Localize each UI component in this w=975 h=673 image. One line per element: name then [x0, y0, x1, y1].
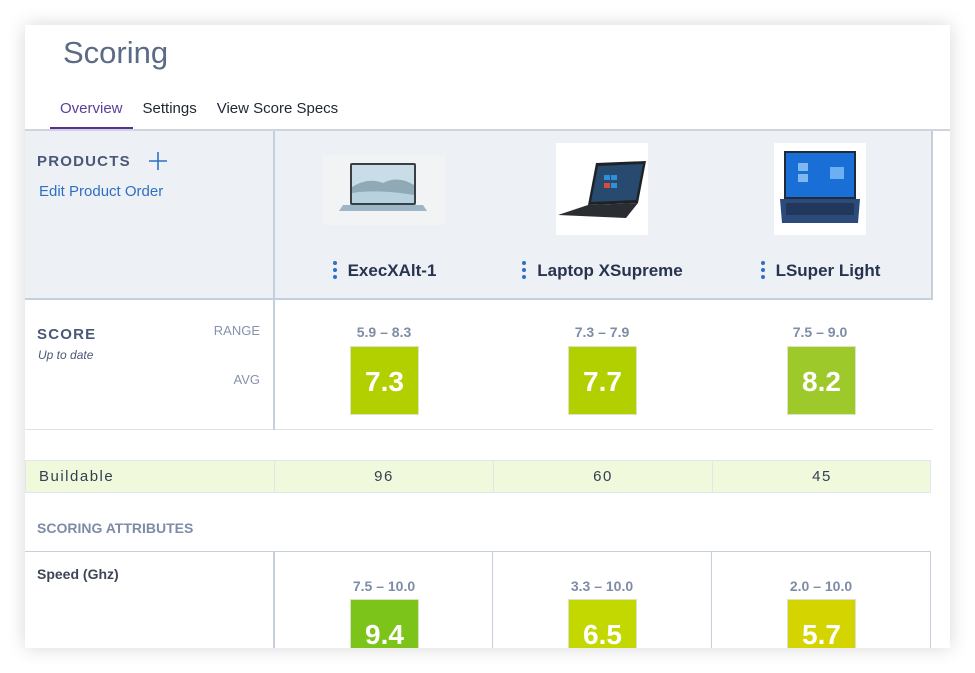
score-status: Up to date — [38, 348, 94, 362]
column-divider — [273, 300, 275, 430]
score-row: SCORE Up to date RANGE AVG 5.9 – 8.3 7.3… — [25, 300, 933, 430]
tab-overview[interactable]: Overview — [50, 93, 133, 130]
buildable-value: 45 — [812, 468, 832, 485]
page-title: Scoring — [63, 35, 169, 70]
column-divider — [711, 552, 712, 648]
product-column: Laptop XSupreme — [493, 131, 711, 300]
attribute-range: 7.5 – 10.0 — [352, 578, 416, 594]
kebab-icon[interactable] — [332, 261, 338, 279]
kebab-icon[interactable] — [521, 261, 527, 279]
plus-icon[interactable] — [148, 151, 168, 171]
score-range: 7.5 – 9.0 — [792, 324, 848, 340]
score-avg-box: 7.3 — [350, 346, 419, 415]
products-header-row: PRODUCTS Edit Product Order ExecXAlt-1 L… — [25, 131, 933, 300]
attribute-score-box: 9.4 — [350, 599, 419, 648]
column-divider — [492, 552, 493, 648]
laptop-navy-image — [774, 143, 866, 235]
attribute-score-box: 5.7 — [787, 599, 856, 648]
attribute-score-box: 6.5 — [568, 599, 637, 648]
buildable-row: Buildable 96 60 45 — [25, 460, 931, 493]
buildable-value: 96 — [374, 468, 394, 485]
product-name: LSuper Light — [711, 261, 929, 281]
score-avg-box: 8.2 — [787, 346, 856, 415]
attribute-name: Speed (Ghz) — [37, 566, 119, 582]
score-range: 5.9 – 8.3 — [356, 324, 412, 340]
range-label: RANGE — [213, 323, 260, 338]
edit-product-order-link[interactable]: Edit Product Order — [39, 183, 163, 200]
kebab-icon[interactable] — [760, 261, 766, 279]
attribute-row: Speed (Ghz) 7.5 – 10.0 9.4 3.3 – 10.0 6.… — [25, 551, 931, 648]
product-name: Laptop XSupreme — [493, 261, 711, 281]
buildable-label: Buildable — [39, 468, 115, 485]
product-name: ExecXAlt-1 — [275, 261, 493, 281]
attribute-range: 3.3 – 10.0 — [570, 578, 634, 594]
tab-bar: Overview Settings View Score Specs — [50, 93, 348, 130]
products-label: PRODUCTS — [37, 153, 131, 170]
score-label: SCORE — [37, 326, 97, 343]
tab-settings[interactable]: Settings — [133, 93, 207, 130]
tab-view-score-specs[interactable]: View Score Specs — [207, 93, 348, 130]
buildable-value: 60 — [593, 468, 613, 485]
scoring-attributes-title: SCORING ATTRIBUTES — [37, 520, 194, 536]
avg-label: AVG — [233, 372, 261, 387]
product-column: ExecXAlt-1 — [275, 131, 493, 300]
scoring-card: Scoring Overview Settings View Score Spe… — [25, 25, 950, 648]
column-divider — [273, 552, 275, 648]
score-avg-box: 7.7 — [568, 346, 637, 415]
score-range: 7.3 – 7.9 — [574, 324, 630, 340]
attribute-range: 2.0 – 10.0 — [789, 578, 853, 594]
product-column: LSuper Light — [711, 131, 929, 300]
laptop-light-blue-image — [323, 155, 445, 225]
laptop-black-image — [556, 143, 648, 235]
